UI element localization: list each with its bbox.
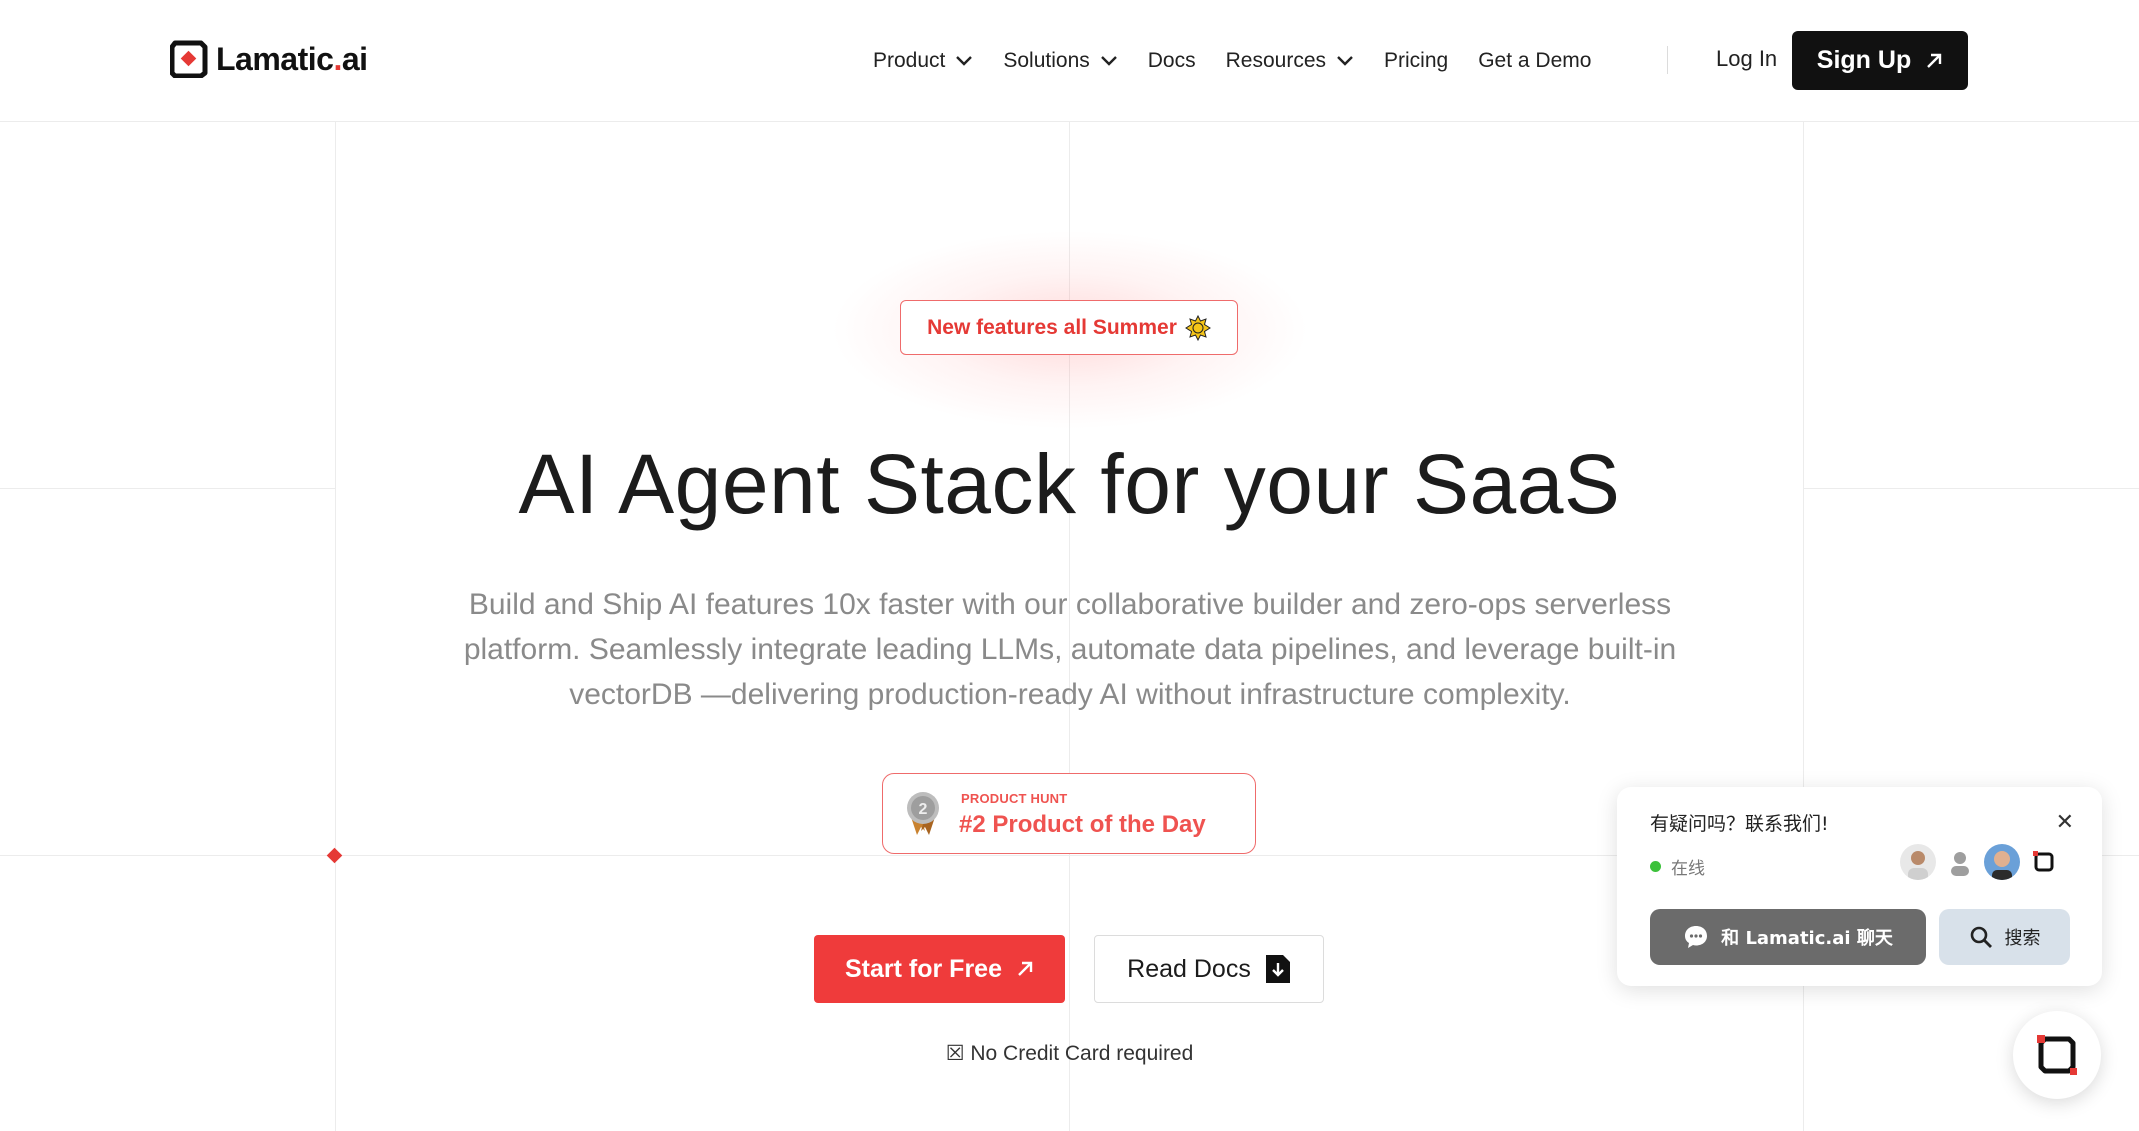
start-for-free-button[interactable]: Start for Free xyxy=(814,935,1065,1003)
lamatic-logo-icon xyxy=(169,40,208,79)
hero-title: AI Agent Stack for your SaaS xyxy=(518,437,1621,531)
sun-icon xyxy=(1184,314,1211,341)
document-download-icon xyxy=(1265,955,1290,983)
nav-resources[interactable]: Resources xyxy=(1226,49,1354,73)
chat-title: 有疑问吗？联系我们! xyxy=(1650,813,1829,835)
avatar xyxy=(1984,844,2020,880)
nav-docs[interactable]: Docs xyxy=(1148,49,1196,73)
announcement-badge[interactable]: New features all Summer xyxy=(900,300,1238,355)
grid-line xyxy=(335,121,336,1131)
login-link[interactable]: Log In xyxy=(1716,46,1777,72)
nav-pricing[interactable]: Pricing xyxy=(1384,49,1448,73)
chat-status: 在线 xyxy=(1650,854,1705,879)
chevron-down-icon xyxy=(1100,56,1117,66)
read-docs-button[interactable]: Read Docs xyxy=(1094,935,1324,1003)
search-button-label: 搜索 xyxy=(2004,928,2041,949)
nav-product-label: Product xyxy=(873,49,946,72)
lamatic-logo-icon xyxy=(2026,844,2062,880)
search-icon xyxy=(1970,926,1992,948)
nav-pricing-label: Pricing xyxy=(1384,49,1449,72)
nav-get-a-demo[interactable]: Get a Demo xyxy=(1478,49,1591,73)
product-hunt-badge[interactable]: 2 PRODUCT HUNT #2 Product of the Day xyxy=(882,773,1256,854)
chat-bubble-icon xyxy=(1685,926,1708,948)
chat-button-label: 和 Lamatic.ai 聊天 xyxy=(1721,928,1893,949)
nav-resources-label: Resources xyxy=(1225,49,1327,72)
avatar xyxy=(1900,844,1936,880)
grid-marker xyxy=(326,847,343,864)
nav-get-a-demo-label: Get a Demo xyxy=(1478,49,1592,72)
announcement-badge-label: New features all Summer xyxy=(927,315,1177,339)
chat-widget: 有疑问吗？联系我们! ✕ 在线 和 Lamatic.ai 聊天 搜索 xyxy=(1617,787,2102,986)
logo[interactable]: Lamatic.ai xyxy=(169,40,368,79)
start-for-free-label: Start for Free xyxy=(845,954,1002,983)
chat-with-lamatic-button[interactable]: 和 Lamatic.ai 聊天 xyxy=(1650,909,1926,965)
arrow-up-right-icon xyxy=(1927,53,1942,68)
nav-divider xyxy=(1667,46,1668,74)
close-icon[interactable]: ✕ xyxy=(2056,809,2074,835)
hero-subtitle: Build and Ship AI features 10x faster wi… xyxy=(463,588,1677,711)
nav-docs-label: Docs xyxy=(1147,49,1196,72)
product-hunt-rank: #2 Product of the Day xyxy=(959,811,1206,838)
product-hunt-label: PRODUCT HUNT xyxy=(961,791,1068,806)
chat-launcher-button[interactable] xyxy=(2013,1011,2101,1099)
medal-number: 2 xyxy=(919,801,928,818)
site-header: Lamatic.ai Product Solutions Docs Resour… xyxy=(0,0,2139,122)
signup-label: Sign Up xyxy=(1816,46,1912,74)
chat-search-button[interactable]: 搜索 xyxy=(1939,909,2070,965)
no-credit-card-note: ☒ No Credit Card required xyxy=(945,1042,1194,1065)
signup-button[interactable]: Sign Up xyxy=(1792,31,1968,90)
online-dot-icon xyxy=(1650,861,1661,872)
chat-status-label: 在线 xyxy=(1671,859,1705,879)
nav-solutions[interactable]: Solutions xyxy=(1003,49,1117,73)
arrow-up-right-icon xyxy=(1018,961,1033,976)
avatar xyxy=(1942,844,1978,880)
agent-avatars xyxy=(1894,844,2062,880)
read-docs-label: Read Docs xyxy=(1127,954,1251,983)
medal-icon: 2 xyxy=(907,792,939,835)
logo-text: Lamatic.ai xyxy=(216,40,368,77)
main-nav: Product Solutions Docs Resources Pricing… xyxy=(873,44,1621,78)
chevron-down-icon xyxy=(956,56,973,66)
nav-product[interactable]: Product xyxy=(873,49,973,73)
chevron-down-icon xyxy=(1337,56,1353,66)
lamatic-logo-icon xyxy=(2037,1035,2077,1075)
nav-solutions-label: Solutions xyxy=(1003,49,1090,72)
